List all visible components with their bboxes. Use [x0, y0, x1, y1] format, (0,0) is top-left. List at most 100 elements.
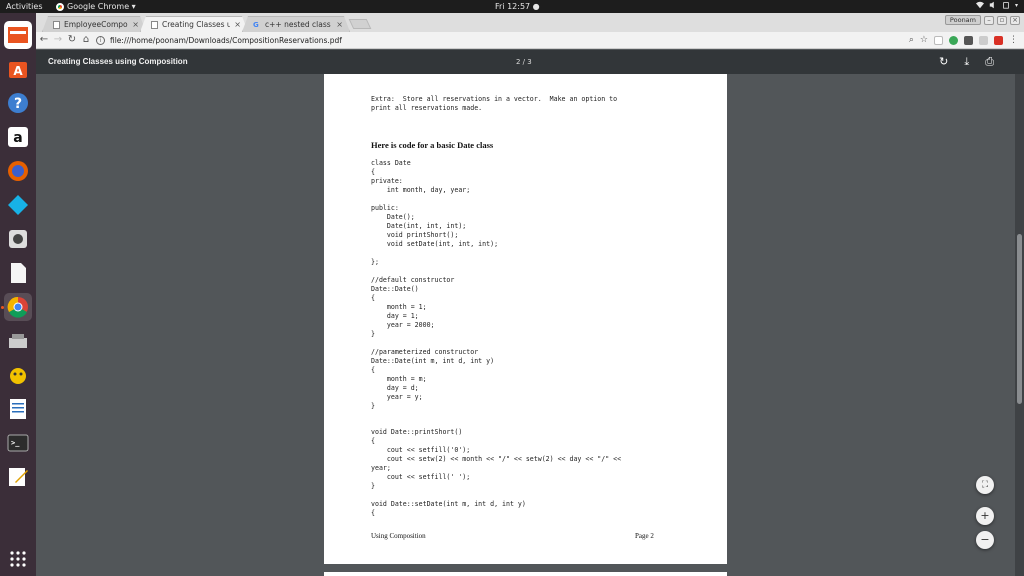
code-block: public: Date(); Date(int, int, int); voi… — [371, 204, 499, 248]
dock: A ? a >_ — [0, 13, 36, 576]
dock-item-show-apps[interactable] — [4, 545, 32, 573]
extension-icon[interactable] — [964, 35, 973, 45]
google-icon: G — [253, 20, 259, 29]
dock-item-firefox[interactable] — [4, 157, 32, 185]
dock-item-writer[interactable] — [4, 395, 32, 423]
forward-button[interactable]: → — [52, 34, 64, 46]
extension-icon[interactable] — [994, 35, 1003, 45]
dock-item-software[interactable]: A — [4, 55, 32, 83]
zoom-out-button[interactable]: − — [976, 531, 994, 549]
scrollbar-thumb[interactable] — [1017, 234, 1022, 404]
terminal-icon: >_ — [7, 434, 29, 452]
app-menu-label: Google Chrome ▾ — [67, 2, 136, 11]
chrome-icon — [56, 2, 64, 11]
chevron-down-icon: ▾ — [1014, 1, 1018, 9]
download-icon[interactable]: ⤓ — [964, 55, 969, 69]
tab-label: Creating Classes us — [162, 20, 231, 29]
next-page-edge — [324, 572, 727, 576]
scrollbar[interactable] — [1015, 74, 1024, 576]
reload-button[interactable]: ↻ — [66, 34, 78, 46]
dock-item-help[interactable]: ? — [4, 89, 32, 117]
tab-label: c++ nested class acc — [265, 20, 331, 29]
dock-item-webcam[interactable] — [4, 225, 32, 253]
home-icon: ⌂ — [82, 34, 90, 45]
address-bar[interactable]: i file:///home/poonam/Downloads/Composit… — [96, 34, 916, 47]
extra-text-line: Extra: Store all reservations in a vecto… — [371, 95, 618, 103]
page-footer-left: Using Composition — [371, 532, 426, 540]
profile-button[interactable]: Poonam — [944, 15, 981, 25]
close-icon[interactable]: × — [332, 20, 343, 29]
volume-icon — [989, 1, 994, 9]
dock-item-terminal[interactable]: >_ — [4, 429, 32, 457]
fit-to-page-button[interactable]: ⛶ — [976, 476, 994, 494]
help-icon: ? — [8, 93, 28, 113]
maximize-button[interactable]: ▫ — [997, 15, 1007, 25]
tab-employee-composition[interactable]: EmployeeComposit × — [42, 16, 146, 32]
home-button[interactable]: ⌂ — [80, 34, 92, 46]
dock-item-amazon[interactable]: a — [4, 123, 32, 151]
dock-item-text-editor[interactable] — [4, 463, 32, 491]
extension-icon[interactable] — [979, 35, 988, 45]
rotate-icon[interactable]: ↻ — [939, 55, 948, 69]
pdf-viewer[interactable]: Extra: Store all reservations in a vecto… — [36, 74, 1024, 576]
system-top-bar: Activities Google Chrome ▾ Fri 12:57 ● ▾ — [0, 0, 1024, 13]
extension-icon[interactable] — [949, 35, 958, 45]
section-heading: Here is code for a basic Date class — [371, 140, 494, 150]
dock-item-scanner[interactable] — [4, 327, 32, 355]
code-block: }; — [371, 258, 379, 266]
browser-toolbar: ← → ↻ ⌂ i file:///home/poonam/Downloads/… — [36, 32, 1024, 49]
dock-item-files-manager[interactable] — [4, 21, 32, 49]
minimize-button[interactable]: – — [984, 15, 994, 25]
tab-cpp-nested-class[interactable]: G c++ nested class acc × — [242, 16, 350, 32]
minus-icon: − — [980, 533, 990, 546]
dock-item-kodi[interactable] — [4, 191, 32, 219]
app-menu[interactable]: Google Chrome ▾ — [56, 2, 136, 11]
reload-icon: ↻ — [67, 34, 77, 45]
dock-item-chrome[interactable] — [4, 293, 32, 321]
plus-icon: + — [980, 509, 990, 522]
page-indicator: 2 / 3 — [516, 58, 532, 66]
document-icon — [53, 21, 60, 29]
libreoffice-writer-icon — [10, 399, 26, 419]
extension-icon[interactable] — [934, 35, 943, 45]
amazon-icon: a — [8, 127, 28, 147]
info-icon[interactable]: i — [96, 36, 105, 45]
document-icon — [11, 263, 26, 283]
code-block: //parameterized constructor Date::Date(i… — [371, 348, 495, 410]
close-icon[interactable]: × — [230, 20, 241, 29]
activities-button[interactable]: Activities — [6, 2, 43, 11]
system-menu[interactable]: ▾ — [975, 1, 1018, 9]
pdf-title: Creating Classes using Composition — [48, 57, 188, 66]
running-indicator — [1, 306, 4, 309]
svg-text:>_: >_ — [11, 439, 20, 447]
zoom-icon[interactable]: ⌕ — [909, 35, 914, 45]
back-button[interactable]: ← — [38, 34, 50, 46]
more-menu-icon[interactable]: ⋮ — [1009, 35, 1018, 45]
new-tab-button[interactable] — [348, 19, 372, 29]
kodi-icon — [8, 195, 28, 215]
close-window-button[interactable]: × — [1010, 15, 1020, 25]
dock-item-document[interactable] — [4, 259, 32, 287]
code-block: class Date { private: int month, day, ye… — [371, 159, 471, 194]
tab-creating-classes[interactable]: Creating Classes us × — [140, 16, 248, 32]
print-icon[interactable]: ⎙ — [985, 55, 994, 69]
pdf-actions: ↻ ⤓ ⎙ — [939, 55, 994, 69]
power-icon — [1003, 2, 1009, 9]
pdf-page: Extra: Store all reservations in a vecto… — [324, 74, 727, 564]
clock[interactable]: Fri 12:57 ● — [495, 2, 540, 11]
zoom-in-button[interactable]: + — [976, 507, 994, 525]
document-icon — [151, 21, 158, 29]
page-footer-right: Page 2 — [635, 532, 654, 540]
url-text: file:///home/poonam/Downloads/Compositio… — [110, 36, 342, 45]
arrow-right-icon: → — [53, 34, 63, 45]
svg-text:?: ? — [14, 96, 22, 112]
bookmark-star-icon[interactable]: ☆ — [920, 35, 928, 45]
extra-text-line: print all reservations made. — [371, 104, 483, 112]
dock-item-trash[interactable] — [4, 361, 32, 389]
file-manager-icon — [8, 27, 28, 43]
close-icon[interactable]: × — [128, 20, 139, 29]
toolbar-actions: ⌕ ☆ ⋮ — [909, 35, 1018, 45]
app-grid-icon — [10, 551, 26, 567]
code-block: void Date::setDate(int m, int d, int y) … — [371, 500, 526, 517]
firefox-icon — [8, 161, 28, 181]
